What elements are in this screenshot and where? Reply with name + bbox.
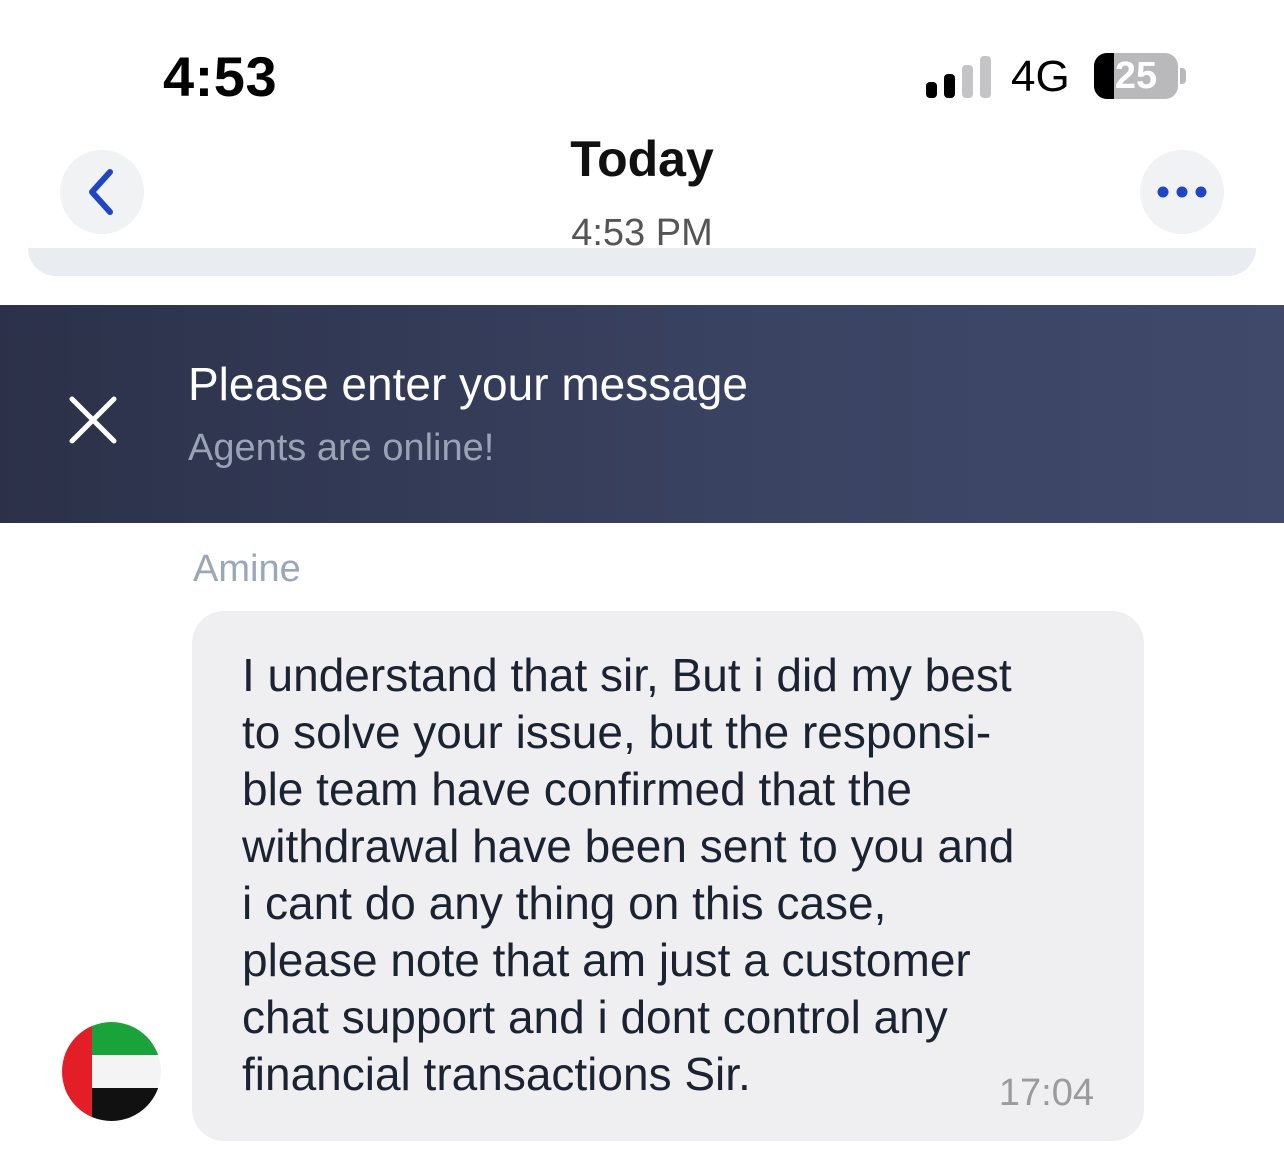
ellipsis-icon bbox=[1157, 186, 1207, 198]
message-timestamp: 17:04 bbox=[998, 1072, 1094, 1114]
close-button[interactable] bbox=[66, 393, 120, 447]
message-line: to solve your issue, but the responsi- bbox=[242, 706, 992, 758]
banner-subtitle: Agents are online! bbox=[188, 427, 495, 469]
message-bubble[interactable]: I understand that sir, But i did my best… bbox=[192, 611, 1144, 1141]
close-icon bbox=[69, 396, 117, 444]
uae-flag-avatar[interactable] bbox=[62, 1022, 161, 1121]
battery-cap bbox=[1180, 68, 1186, 84]
battery-icon: 25 bbox=[1094, 53, 1178, 99]
message-line: I understand that sir, But i did my best bbox=[242, 649, 1012, 701]
battery-level: 25 bbox=[1114, 55, 1158, 97]
banner-title: Please enter your message bbox=[188, 358, 748, 410]
network-type: 4G bbox=[1011, 52, 1070, 101]
chat-banner: Please enter your message Agents are onl… bbox=[0, 305, 1284, 523]
signal-bar bbox=[926, 82, 937, 98]
message-sender: Amine bbox=[193, 548, 301, 590]
message-line: withdrawal have been sent to you and bbox=[242, 820, 1015, 872]
page-title: Today bbox=[570, 131, 714, 187]
message-line: financial transactions Sir. bbox=[242, 1048, 751, 1100]
message-line: ble team have confirmed that the bbox=[242, 763, 912, 815]
more-options-button[interactable] bbox=[1140, 150, 1224, 234]
uae-flag-icon bbox=[62, 1022, 161, 1121]
header-divider bbox=[28, 248, 1256, 276]
message-text: I understand that sir, But i did my best… bbox=[242, 647, 1102, 1103]
status-time: 4:53 bbox=[163, 45, 278, 108]
signal-bar bbox=[962, 65, 973, 98]
cellular-signal-icon bbox=[926, 54, 992, 98]
message-line: i cant do any thing on this case, bbox=[242, 877, 887, 929]
message-line: chat support and i dont control any bbox=[242, 991, 948, 1043]
message-line: please note that am just a customer bbox=[242, 934, 971, 986]
signal-bar bbox=[944, 74, 955, 98]
signal-bar bbox=[980, 56, 991, 98]
